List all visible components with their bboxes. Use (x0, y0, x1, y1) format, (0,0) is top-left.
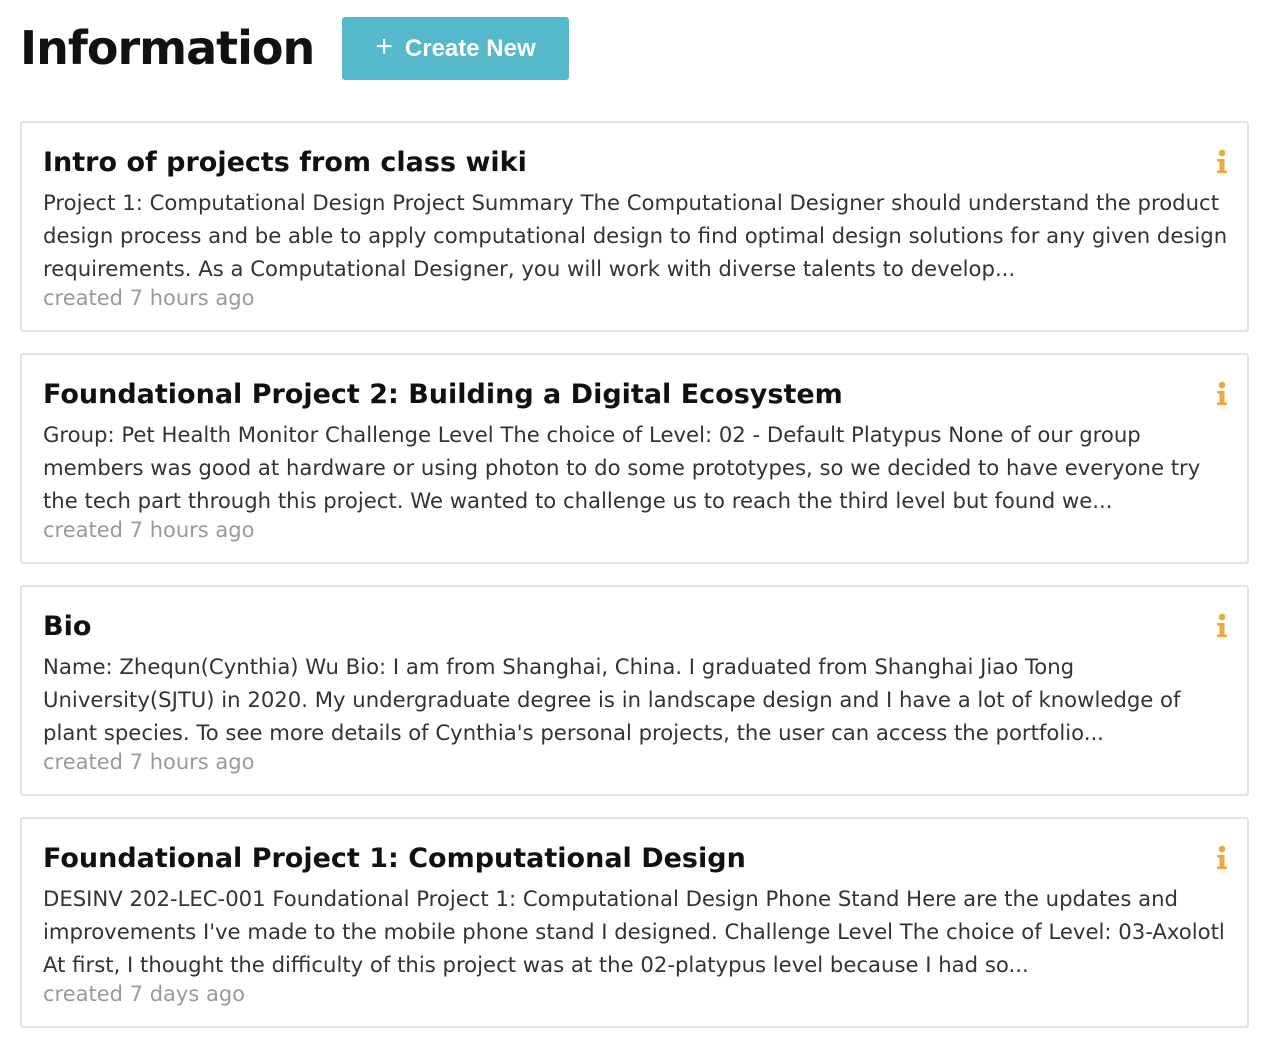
card-created-time: created 7 hours ago (43, 750, 255, 774)
card-title[interactable]: Foundational Project 2: Building a Digit… (43, 378, 843, 412)
card-created-time: created 7 hours ago (43, 518, 255, 542)
card-created-time: created 7 hours ago (43, 286, 255, 310)
info-card[interactable]: Foundational Project 1: Computational De… (20, 817, 1249, 1028)
info-card[interactable]: Bio Name: Zhequn(Cynthia) Wu Bio: I am f… (20, 585, 1249, 796)
card-created-time: created 7 days ago (43, 982, 245, 1006)
card-excerpt: Project 1: Computational Design Project … (43, 190, 1228, 281)
page-title: Information (20, 21, 315, 75)
info-icon[interactable] (1215, 381, 1229, 407)
card-title[interactable]: Bio (43, 610, 91, 644)
create-new-label: Create New (404, 34, 536, 62)
info-card[interactable]: Intro of projects from class wiki Projec… (20, 121, 1249, 332)
plus-icon: + (375, 29, 393, 63)
info-icon[interactable] (1215, 613, 1229, 639)
card-excerpt: Group: Pet Health Monitor Challenge Leve… (43, 422, 1201, 513)
card-excerpt: Name: Zhequn(Cynthia) Wu Bio: I am from … (43, 654, 1181, 745)
create-new-button[interactable]: + Create New (342, 17, 569, 80)
info-icon[interactable] (1215, 845, 1229, 871)
info-icon[interactable] (1215, 149, 1229, 175)
card-excerpt: DESINV 202-LEC-001 Foundational Project … (43, 886, 1225, 977)
card-title[interactable]: Foundational Project 1: Computational De… (43, 842, 746, 876)
information-page: Information + Create New Intro of projec… (0, 0, 1266, 1046)
card-title[interactable]: Intro of projects from class wiki (43, 146, 527, 180)
page-header: Information (20, 16, 315, 80)
info-card[interactable]: Foundational Project 2: Building a Digit… (20, 353, 1249, 564)
